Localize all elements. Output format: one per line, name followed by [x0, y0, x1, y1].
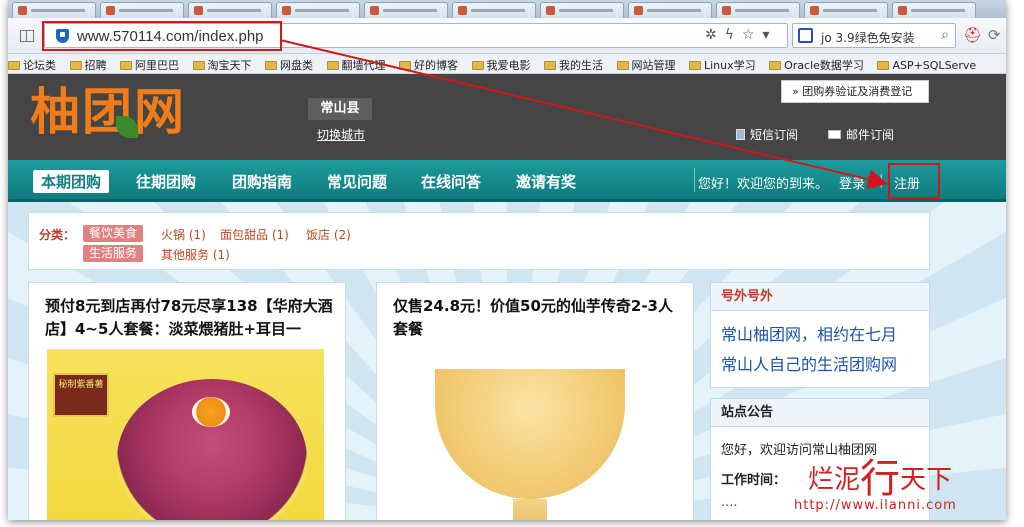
annotation-arrow: [279, 39, 888, 190]
browser-window: www.570114.com/index.php ✲ ϟ ☆ ▾ jo 3.9绿色免安…: [8, 0, 1006, 520]
